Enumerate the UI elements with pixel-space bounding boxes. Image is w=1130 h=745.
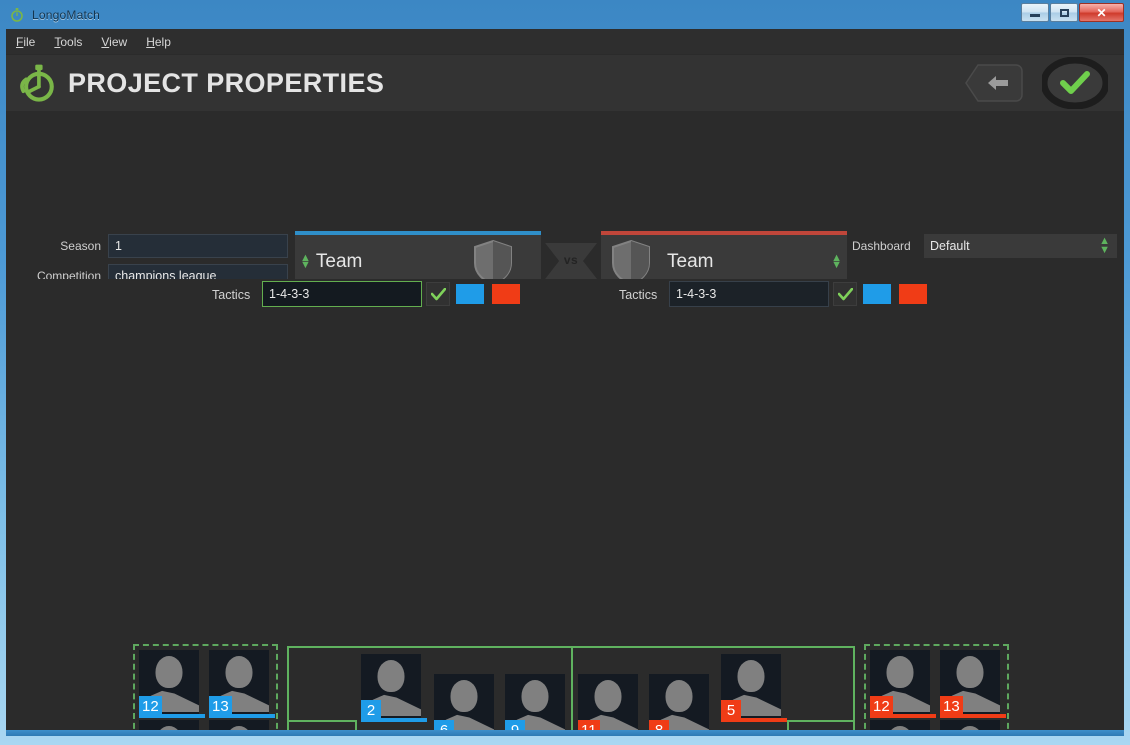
player-card[interactable]: 2 (361, 654, 421, 722)
player-card[interactable]: 9 (505, 674, 565, 736)
player-team-bar (379, 718, 427, 722)
away-team-spinner-icon[interactable]: ▲▼ (826, 255, 847, 269)
away-team-name: Team (667, 251, 713, 273)
player-number: 5 (721, 700, 741, 722)
avatar-head (595, 680, 622, 712)
back-button[interactable] (964, 63, 1024, 103)
menu-tools[interactable]: Tools (54, 35, 82, 49)
home-secondary-color-swatch[interactable] (492, 284, 520, 304)
avatar-head (451, 680, 478, 712)
accept-button[interactable] (1042, 57, 1108, 109)
stopwatch-icon (9, 7, 25, 23)
menu-help[interactable]: Help (146, 35, 171, 49)
home-tactics-label: Tactics (212, 288, 250, 302)
player-number: 13 (209, 696, 232, 718)
page-title: PROJECT PROPERTIES (68, 68, 384, 99)
player-card[interactable]: 11 (578, 674, 638, 736)
client-area: File Tools View Help PROJECT PROPERTIES (6, 29, 1124, 736)
menu-bar: File Tools View Help (6, 29, 1124, 55)
away-tactics-input[interactable] (669, 281, 829, 307)
window-controls: ✕ (1021, 3, 1124, 22)
status-bar (6, 730, 1124, 736)
home-tactics-input[interactable] (262, 281, 422, 307)
versus-badge: vs (545, 237, 597, 285)
player-number: 2 (361, 700, 381, 722)
away-tactics-apply-button[interactable] (833, 282, 857, 306)
home-primary-color-swatch[interactable] (456, 284, 484, 304)
minimize-icon (1030, 14, 1040, 17)
player-number: 12 (870, 696, 893, 718)
stopwatch-logo-icon (16, 61, 60, 105)
player-card[interactable]: 13 (940, 650, 1000, 718)
chevron-updown-icon[interactable]: ▲▼ (1099, 237, 1110, 255)
avatar-head (666, 680, 693, 712)
home-team-color-bar (295, 231, 541, 235)
player-card[interactable]: 12 (139, 650, 199, 718)
avatar-head (226, 656, 253, 688)
avatar-head (957, 656, 984, 688)
dashboard-label: Dashboard (852, 239, 911, 253)
minimize-button[interactable] (1021, 3, 1049, 22)
player-team-bar (888, 714, 936, 718)
player-card[interactable]: 8 (649, 674, 709, 736)
window-title: LongoMatch (32, 8, 100, 22)
halfway-line (571, 648, 573, 736)
player-card[interactable]: 6 (434, 674, 494, 736)
player-card[interactable]: 12 (870, 650, 930, 718)
project-details-section: Season Competition Description Date (6, 111, 1124, 279)
maximize-icon (1060, 9, 1069, 17)
home-tactics-apply-button[interactable] (426, 282, 450, 306)
maximize-button[interactable] (1050, 3, 1078, 22)
versus-label: vs (545, 253, 597, 267)
avatar-head (522, 680, 549, 712)
player-card[interactable]: 5 (721, 654, 781, 722)
dashboard-select[interactable]: Default ▲▼ (924, 234, 1117, 258)
away-primary-color-swatch[interactable] (863, 284, 891, 304)
application-window: LongoMatch ✕ File Tools View Help (0, 0, 1130, 745)
away-secondary-color-swatch[interactable] (899, 284, 927, 304)
away-team-color-bar (601, 231, 847, 235)
avatar-head (738, 660, 765, 692)
right-penalty-area-top (787, 720, 855, 722)
close-icon: ✕ (1096, 7, 1106, 19)
player-team-bar (739, 718, 787, 722)
title-bar: LongoMatch ✕ (0, 0, 1130, 29)
home-team-spinner-icon[interactable]: ▲▼ (295, 255, 316, 269)
tactics-section: Tactics Tactics (6, 279, 1124, 315)
player-team-bar (958, 714, 1006, 718)
away-tactics-label: Tactics (619, 288, 657, 302)
season-label: Season (18, 239, 101, 253)
close-button[interactable]: ✕ (1079, 3, 1124, 22)
avatar-head (156, 656, 183, 688)
player-number: 12 (139, 696, 162, 718)
season-input[interactable] (108, 234, 288, 258)
home-team-name: Team (316, 251, 362, 273)
player-team-bar (227, 714, 275, 718)
menu-view[interactable]: View (101, 35, 127, 49)
lineup-area: 1234567891011 1234567891011 121314151617… (6, 315, 1124, 730)
avatar-head (378, 660, 405, 692)
page-header: PROJECT PROPERTIES (6, 55, 1124, 111)
player-card[interactable]: 13 (209, 650, 269, 718)
menu-file[interactable]: File (16, 35, 35, 49)
player-number: 13 (940, 696, 963, 718)
avatar-head (887, 656, 914, 688)
left-penalty-area-top (287, 720, 355, 722)
player-team-bar (157, 714, 205, 718)
dashboard-value: Default (930, 239, 970, 253)
